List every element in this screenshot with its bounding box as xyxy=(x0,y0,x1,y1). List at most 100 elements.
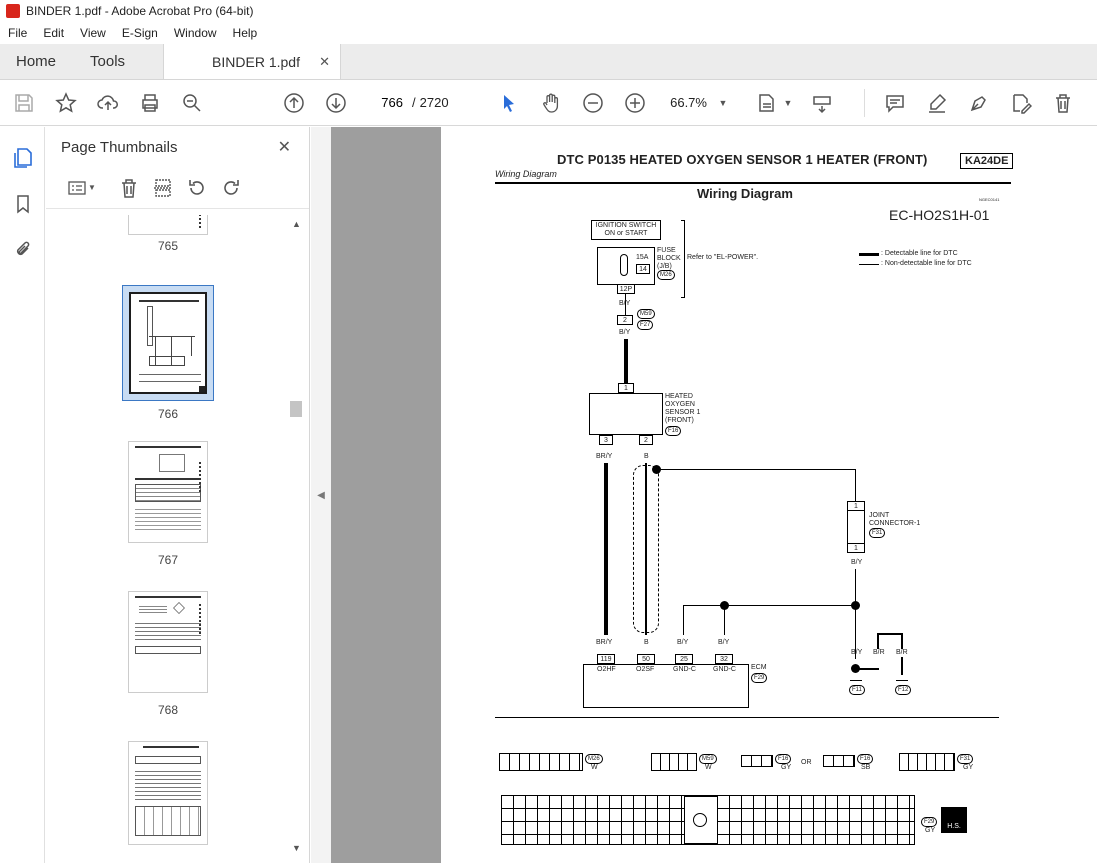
scrollbar-thumb[interactable] xyxy=(290,401,302,417)
highlight-button[interactable] xyxy=(921,87,953,119)
pin-12p: 12P xyxy=(617,284,635,294)
wire-label-by: B/Y xyxy=(619,329,631,336)
color-gy: GY xyxy=(781,764,792,771)
comment-button[interactable] xyxy=(879,87,911,119)
ecm-pin-119: 119 xyxy=(597,654,615,664)
insert-pages-button[interactable] xyxy=(146,172,180,204)
pin-3-sensor: 3 xyxy=(599,435,613,445)
color-sb: SB xyxy=(861,764,871,771)
menu-window[interactable]: Window xyxy=(166,26,225,40)
ground-loop xyxy=(877,633,903,649)
legend-thin-line xyxy=(859,264,879,265)
print-button[interactable] xyxy=(134,87,166,119)
attachments-tab[interactable] xyxy=(0,227,45,273)
collapse-panel-handle[interactable]: ◀ xyxy=(311,127,331,863)
prev-page-button[interactable] xyxy=(278,87,310,119)
fuse-block-label: FUSE BLOCK (J/B) xyxy=(657,247,681,270)
zoom-in-button[interactable] xyxy=(619,87,651,119)
diagram-title: Wiring Diagram xyxy=(697,186,793,201)
wire-segment xyxy=(724,605,725,635)
thumbnail-page-768[interactable] xyxy=(128,591,208,693)
thumbnail-page-766-selected[interactable] xyxy=(122,285,214,401)
scroll-down-chevron-icon[interactable]: ▼ xyxy=(292,843,301,853)
menu-esign[interactable]: E-Sign xyxy=(114,26,166,40)
zoom-out-button[interactable] xyxy=(577,87,609,119)
or-label: OR xyxy=(801,759,812,766)
oxygen-sensor-label: HEATED OXYGEN SENSOR 1 (FRONT) xyxy=(665,393,701,424)
connector-f16: F16 xyxy=(857,754,874,764)
close-panel-icon[interactable]: ✕ xyxy=(278,137,291,157)
draw-button[interactable] xyxy=(963,87,995,119)
scroll-mode-button[interactable] xyxy=(806,87,838,119)
page-separator: / xyxy=(412,95,416,110)
page-fit-button[interactable] xyxy=(751,87,783,119)
bookmark-icon xyxy=(16,195,29,214)
rotate-left-icon xyxy=(189,179,204,195)
bookmarks-tab[interactable] xyxy=(0,181,45,227)
tab-document[interactable]: BINDER 1.pdf ✕ xyxy=(163,44,342,79)
ground-symbol xyxy=(850,680,862,681)
thumbnail-label: 766 xyxy=(157,407,179,421)
share-button[interactable] xyxy=(92,87,124,119)
minus-circle-icon xyxy=(582,92,603,113)
wire-label-by: B/Y xyxy=(677,639,689,646)
delete-button[interactable] xyxy=(1047,87,1079,119)
connector-view-m26 xyxy=(499,753,583,771)
delete-pages-button[interactable] xyxy=(112,172,146,204)
next-page-button[interactable] xyxy=(320,87,352,119)
highlighter-icon xyxy=(929,93,947,113)
bracket xyxy=(681,220,685,298)
connector-f29: F29 xyxy=(921,817,938,827)
color-gy: GY xyxy=(925,827,936,834)
connector-view-ecm xyxy=(501,795,915,845)
printer-icon xyxy=(142,93,158,112)
tab-tools[interactable]: Tools xyxy=(72,44,141,79)
options-chevron-icon[interactable]: ▼ xyxy=(88,183,96,192)
ecm-signal-gnd: GND-C xyxy=(713,666,736,673)
zoom-dropdown-chevron-icon[interactable]: ▼ xyxy=(719,98,728,108)
close-tab-icon[interactable]: ✕ xyxy=(319,54,330,70)
rotate-cw-button[interactable] xyxy=(214,172,248,204)
scroll-up-chevron-icon[interactable]: ▲ xyxy=(292,219,301,229)
menu-edit[interactable]: Edit xyxy=(35,26,72,40)
thumbnail-scrollbar[interactable]: ▲ ▼ xyxy=(288,215,304,861)
tab-home[interactable]: Home xyxy=(0,44,72,79)
arrow-up-circle-icon xyxy=(284,92,304,113)
rotate-ccw-button[interactable] xyxy=(180,172,214,204)
ignition-switch-box: IGNITION SWITCH ON or START xyxy=(591,220,661,240)
connector-f16: F16 xyxy=(775,754,792,764)
panel-title: Page Thumbnails xyxy=(61,138,178,156)
pin-1-joint: 1 xyxy=(847,543,865,553)
menu-help[interactable]: Help xyxy=(225,26,266,40)
pin-1-joint: 1 xyxy=(847,501,865,511)
menu-file[interactable]: File xyxy=(0,26,35,40)
document-viewer[interactable]: DTC P0135 HEATED OXYGEN SENSOR 1 HEATER … xyxy=(331,127,1097,863)
insert-page-icon xyxy=(153,178,172,197)
connector-m26: M26 xyxy=(585,754,603,764)
section-subheader: Wiring Diagram xyxy=(495,169,557,179)
find-button[interactable] xyxy=(176,87,208,119)
menu-view[interactable]: View xyxy=(72,26,114,40)
fit-dropdown-chevron-icon[interactable]: ▼ xyxy=(783,98,792,108)
thumbnails-panel: Page Thumbnails ✕ ▼ 765 766 767 768 ▲ ▼ xyxy=(46,127,310,863)
connector-f27: F27 xyxy=(637,320,654,330)
bookmark-star-button[interactable] xyxy=(50,87,82,119)
keyboard-scroll-icon xyxy=(813,95,832,113)
page-number-input[interactable] xyxy=(366,90,408,115)
zoom-level[interactable]: 66.7% xyxy=(659,95,719,110)
wire-gnd xyxy=(683,605,855,606)
thumbnail-page-769[interactable] xyxy=(128,741,208,845)
fit-page-icon xyxy=(759,93,775,112)
ecm-signal-o2hf: O2HF xyxy=(597,666,616,673)
thumbnail-page-767[interactable] xyxy=(128,441,208,543)
toolbar-divider xyxy=(864,88,866,117)
shield-outline xyxy=(633,465,659,633)
thumbnail-page-765[interactable] xyxy=(128,215,208,235)
page-thumbnails-tab[interactable] xyxy=(0,135,45,181)
ecm-pin-32: 32 xyxy=(715,654,733,664)
save-button[interactable] xyxy=(8,87,40,119)
select-tool-button[interactable] xyxy=(493,87,525,119)
edit-pdf-button[interactable] xyxy=(1005,87,1037,119)
collapse-left-icon: ◀ xyxy=(317,489,325,501)
hand-tool-button[interactable] xyxy=(535,87,567,119)
